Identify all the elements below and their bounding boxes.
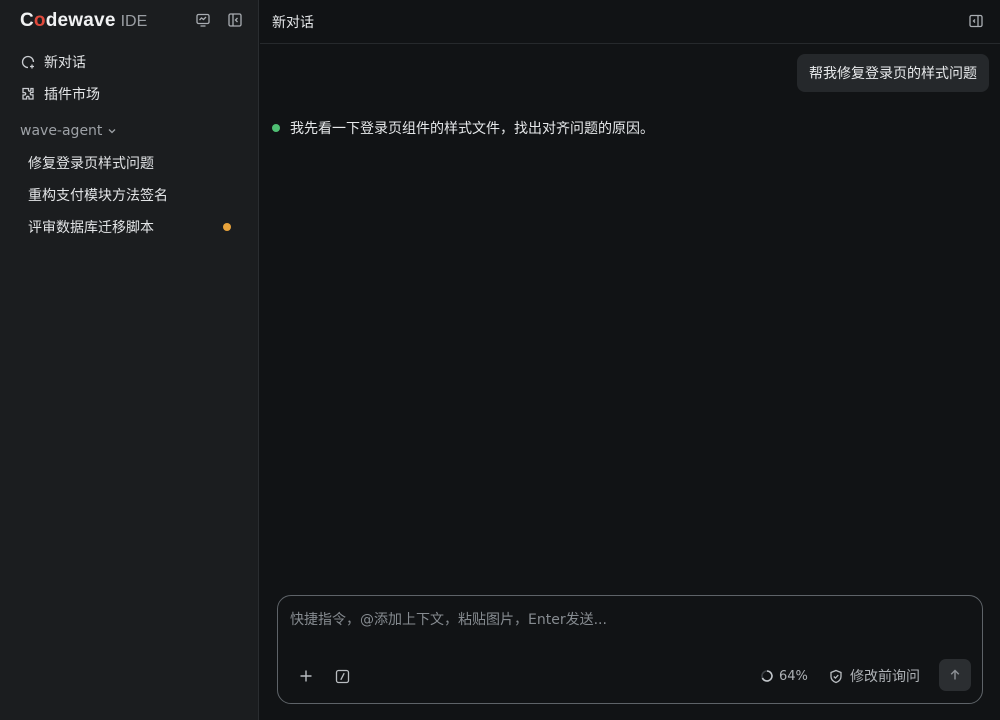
- chevron-down-icon: [108, 129, 116, 134]
- message-input[interactable]: [290, 609, 970, 631]
- chat-header: 新对话: [260, 0, 1000, 44]
- slash-command-icon: [335, 669, 349, 683]
- unread-indicator: [223, 223, 231, 231]
- new-chat-label: 新对话: [44, 55, 86, 71]
- slash-command-button[interactable]: [332, 666, 352, 686]
- session-label: 评审数据库迁移脚本: [28, 220, 154, 236]
- approval-mode-toggle[interactable]: 修改前询问: [829, 666, 920, 686]
- spinner-icon: [761, 670, 773, 682]
- new-chat-nav[interactable]: 新对话: [20, 51, 86, 73]
- project-group-header[interactable]: wave-agent: [20, 123, 117, 139]
- user-message-bubble: 帮我修复登录页的样式问题: [797, 54, 989, 92]
- add-attachment-button[interactable]: [296, 666, 316, 686]
- plugin-market-nav[interactable]: 插件市场: [20, 83, 100, 105]
- panel-toggle-icon[interactable]: [968, 13, 984, 33]
- page-title: 新对话: [272, 15, 314, 31]
- assistant-message-text: 我先看一下登录页组件的样式文件，找出对齐问题的原因。: [290, 121, 654, 137]
- logo-wordmark: Codewave: [20, 10, 116, 31]
- sidebar-collapse-icon[interactable]: [226, 11, 244, 29]
- context-usage-text: 64%: [779, 668, 808, 684]
- session-item[interactable]: 修复登录页样式问题: [28, 152, 238, 174]
- project-group-label: wave-agent: [20, 123, 103, 139]
- plugin-market-label: 插件市场: [44, 87, 100, 103]
- message-composer: 64% 修改前询问: [277, 595, 983, 704]
- chat-panel: 新对话 帮我修复登录页的样式问题 我先看一下登录页组件的样式文件，找出对齐问题的…: [260, 0, 1000, 720]
- approval-mode-label: 修改前询问: [850, 669, 920, 685]
- assistant-message: 我先看一下登录页组件的样式文件，找出对齐问题的原因。: [272, 118, 654, 138]
- puzzle-icon: [22, 87, 34, 100]
- session-label: 重构支付模块方法签名: [28, 188, 168, 204]
- send-button[interactable]: [939, 659, 971, 691]
- logo-suffix: IDE: [120, 13, 148, 30]
- user-message-text: 帮我修复登录页的样式问题: [809, 66, 977, 82]
- arrow-up-icon: [950, 669, 960, 680]
- sidebar: Codewave IDE 新对话 插件市场 wave-agent 修复登录页样式…: [0, 0, 259, 720]
- assistant-status-dot: [272, 124, 280, 132]
- shield-check-icon: [830, 669, 842, 683]
- session-label: 修复登录页样式问题: [28, 156, 154, 172]
- app-logo: Codewave IDE: [20, 10, 147, 32]
- monitor-icon[interactable]: [194, 11, 212, 29]
- session-item[interactable]: 重构支付模块方法签名: [28, 184, 238, 206]
- plus-icon: [300, 670, 312, 682]
- context-usage: 64%: [760, 666, 808, 686]
- new-chat-icon: [21, 55, 35, 69]
- session-item[interactable]: 评审数据库迁移脚本: [28, 216, 238, 238]
